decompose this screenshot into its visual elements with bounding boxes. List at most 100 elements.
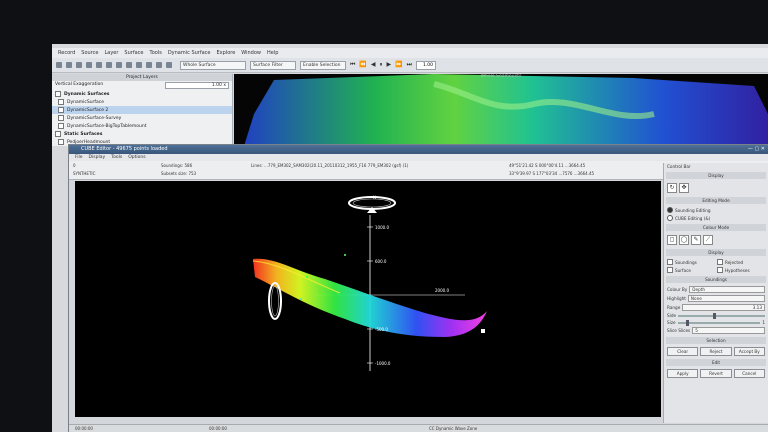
edit-icon[interactable] [136, 62, 142, 68]
radio[interactable] [667, 207, 673, 213]
view-title: Whole Seamounts [480, 74, 522, 79]
filter-select[interactable]: Surface Filter [250, 60, 296, 70]
editor-menu-tools[interactable]: Tools [111, 155, 122, 160]
window-controls-icon[interactable]: — ▢ ✕ [748, 145, 765, 154]
cube-3d-view[interactable]: N 1000.0 600.0 2000.0 -500.0 -1000.0 [75, 181, 661, 417]
playback-speed-input[interactable]: 1.00 [416, 60, 437, 70]
size-slider[interactable] [677, 319, 761, 326]
step-back-icon[interactable]: ◀ [371, 61, 376, 69]
rewind-icon[interactable]: ⏪ [359, 61, 366, 69]
size-row: Size 1 [664, 319, 768, 326]
option-label: Rejected [725, 259, 744, 265]
edit-button-row: Apply Revert Cancel [664, 368, 768, 379]
rejected-checkbox[interactable] [717, 259, 723, 265]
surface-checkbox[interactable] [667, 267, 673, 273]
selection-handle[interactable] [481, 329, 485, 333]
skip-forward-icon[interactable]: ⏭ [407, 61, 412, 69]
panel-title: Project Layers [52, 74, 232, 81]
menu-explore[interactable]: Explore [217, 50, 236, 56]
sounding-editing-option[interactable]: Sounding Editing [664, 206, 768, 214]
section-header: Editing Mode [666, 197, 766, 204]
checkbox[interactable] [58, 139, 64, 145]
save-icon[interactable] [76, 62, 82, 68]
menu-source[interactable]: Source [81, 50, 98, 56]
color-by-select[interactable]: Depth [689, 286, 765, 293]
highlight-select[interactable]: None [687, 295, 765, 302]
layer-item[interactable]: DynamicSurface [52, 98, 232, 106]
layer-label: DynamicSurface [67, 99, 104, 105]
slider-thumb[interactable] [712, 312, 716, 319]
control-bar-title: Control Bar [667, 164, 691, 169]
slice-input[interactable]: 5 [692, 327, 765, 334]
select-icon[interactable] [86, 62, 92, 68]
cancel-button[interactable]: Cancel [733, 369, 765, 378]
checkbox[interactable] [55, 91, 61, 97]
editor-menu-display[interactable]: Display [89, 155, 106, 160]
slice-tool-icon[interactable]: ⟋ [703, 235, 713, 245]
layer-item[interactable]: DynamicSurface-Survey [52, 114, 232, 122]
cube-editing-option[interactable]: CUBE Editing (&) [664, 214, 768, 222]
vertical-exaggeration-input[interactable]: 1.00 x [165, 82, 229, 89]
rotation-ring[interactable] [268, 282, 282, 320]
layer-group-dynamic[interactable]: Dynamic Surfaces [52, 90, 232, 98]
layer-group-static[interactable]: Static Surfaces [52, 130, 232, 138]
surface-select[interactable]: Whole Surface [180, 60, 246, 70]
checkbox[interactable] [55, 131, 61, 137]
side-slider[interactable] [678, 312, 765, 319]
layer-item[interactable]: DynamicSurface 2 [52, 106, 232, 114]
rotate-icon[interactable] [116, 62, 122, 68]
layers-icon[interactable] [156, 62, 162, 68]
menu-surface[interactable]: Surface [124, 50, 143, 56]
rotate-view-icon[interactable]: ↻ [667, 183, 677, 193]
new-icon[interactable] [56, 62, 62, 68]
editor-menu-file[interactable]: File [75, 155, 83, 160]
play-icon[interactable]: ▶ [387, 61, 392, 69]
seafloor-surface-render [244, 74, 768, 146]
checkbox[interactable] [58, 99, 64, 105]
range-row: Range 3.13 [664, 303, 768, 312]
menu-layer[interactable]: Layer [104, 50, 118, 56]
menu-tools[interactable]: Tools [149, 50, 161, 56]
measure-icon[interactable] [126, 62, 132, 68]
fast-forward-icon[interactable]: ⏩ [395, 61, 402, 69]
reject-button[interactable]: Reject [700, 347, 732, 356]
slider-thumb[interactable] [685, 319, 689, 326]
main-menubar: Record Source Layer Surface Tools Dynami… [52, 48, 768, 58]
clear-button[interactable]: Clear [667, 347, 699, 356]
menu-window[interactable]: Window [241, 50, 261, 56]
checkbox[interactable] [58, 123, 64, 129]
skip-back-icon[interactable]: ⏮ [350, 61, 355, 69]
menu-help[interactable]: Help [267, 50, 278, 56]
north-label: N [373, 195, 376, 200]
lasso-tool-icon[interactable]: ◯ [679, 235, 689, 245]
menu-record[interactable]: Record [58, 50, 75, 56]
checkbox[interactable] [58, 107, 64, 113]
brush-tool-icon[interactable]: ✎ [691, 235, 701, 245]
settings-icon[interactable] [166, 62, 172, 68]
filter-icon[interactable] [146, 62, 152, 68]
outlier-point [300, 298, 302, 300]
apply-button[interactable]: Apply [667, 369, 699, 378]
revert-button[interactable]: Revert [700, 369, 732, 378]
zoom-icon[interactable] [106, 62, 112, 68]
pause-icon[interactable]: ⏸ [380, 61, 383, 69]
editor-menu-options[interactable]: Options [128, 155, 145, 160]
pan-icon[interactable] [96, 62, 102, 68]
radio[interactable] [667, 215, 673, 221]
selection-select[interactable]: Enable Selection [300, 60, 346, 70]
open-icon[interactable] [66, 62, 72, 68]
edit-tool-row: ◻ ◯ ✎ ⟋ [664, 233, 768, 247]
soundings-checkbox[interactable] [667, 259, 673, 265]
field-label: Colour By [667, 287, 688, 292]
background-3d-view[interactable]: Whole Seamounts [234, 74, 768, 146]
menu-dynamic-surface[interactable]: Dynamic Surface [168, 50, 211, 56]
layer-item[interactable]: DynamicSurface-BigTopTablemount [52, 122, 232, 130]
hypotheses-checkbox[interactable] [717, 267, 723, 273]
pan-view-icon[interactable]: ✥ [679, 183, 689, 193]
info-position-1: 49°51'21.42 S 000°00'4.11 ...3664.45 [509, 163, 586, 168]
accept-button[interactable]: Accept By [733, 347, 765, 356]
info-subsets: Subsets size: 753 [161, 171, 197, 176]
range-input[interactable]: 3.13 [682, 304, 765, 311]
checkbox[interactable] [58, 115, 64, 121]
select-tool-icon[interactable]: ◻ [667, 235, 677, 245]
